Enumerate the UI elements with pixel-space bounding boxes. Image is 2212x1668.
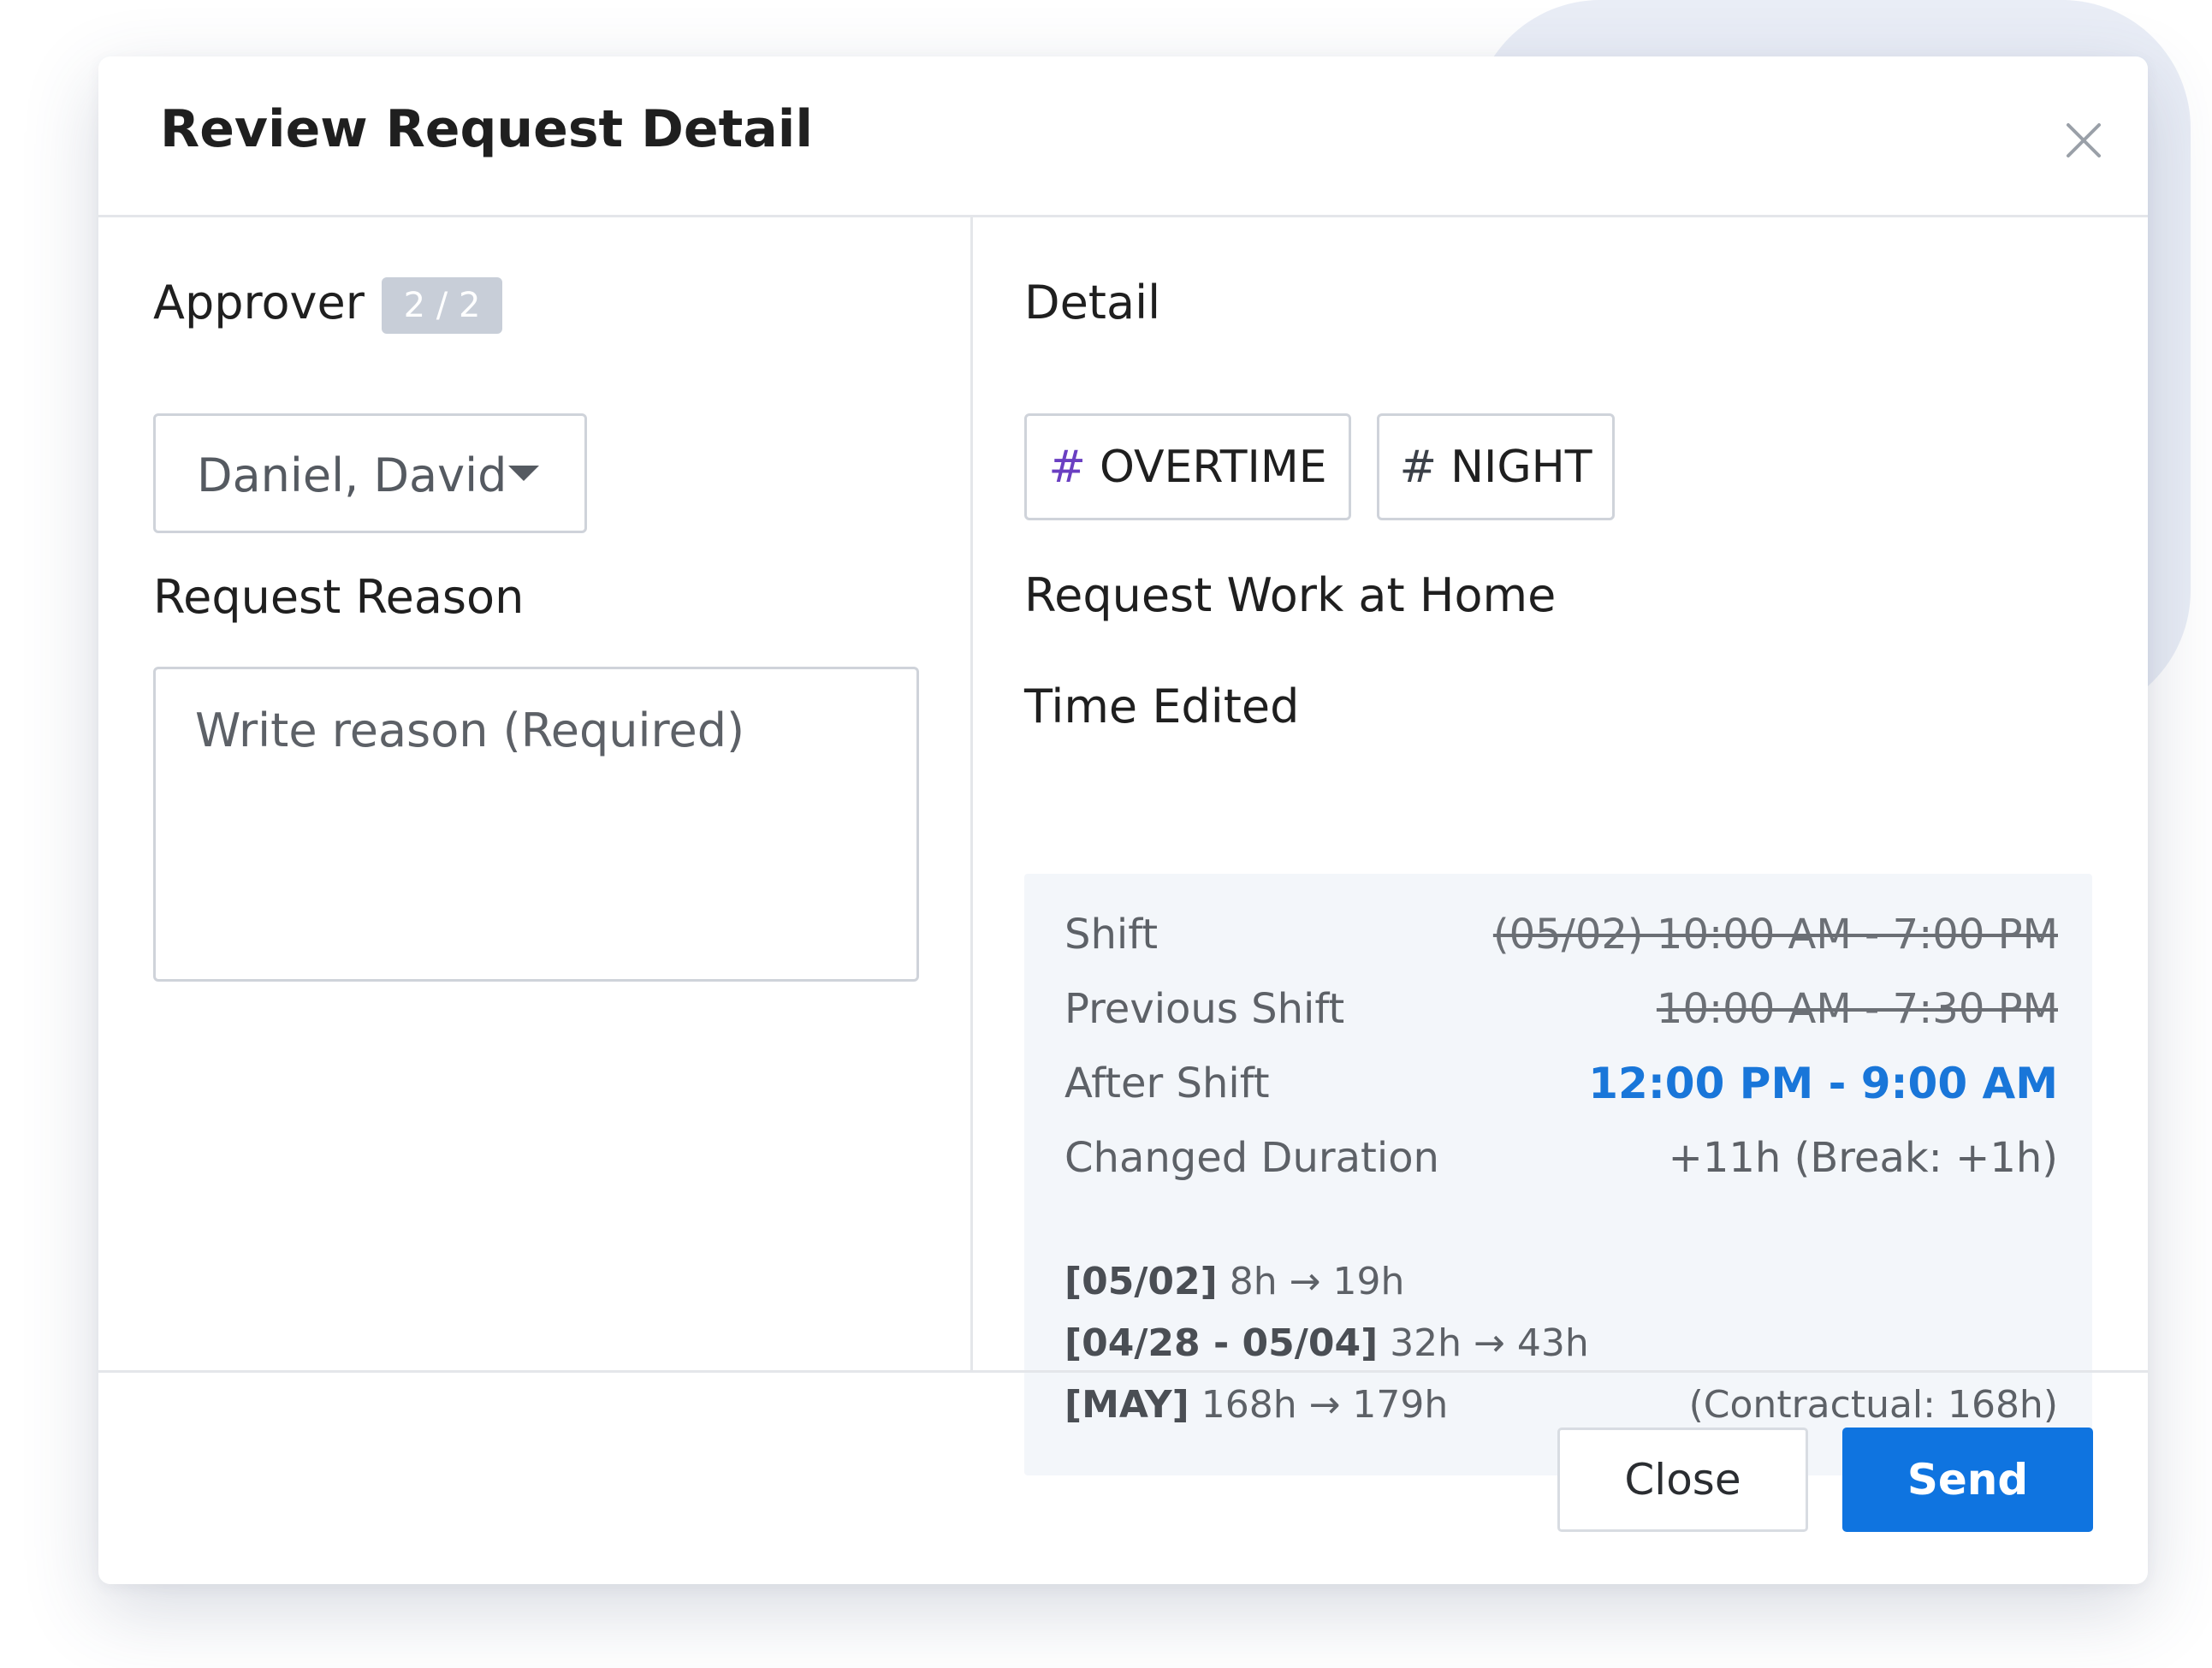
review-request-modal: Review Request Detail Approver 2 / 2 Dan…: [98, 56, 2148, 1584]
tag-label: NIGHT: [1450, 441, 1592, 493]
stat-key: [04/28 - 05/04]: [1064, 1321, 1379, 1365]
approver-select-value: Daniel, David: [197, 448, 507, 502]
row-value: (05/02) 10:00 AM - 7:00 PM: [1492, 911, 2058, 959]
row-value: +11h (Break: +1h): [1668, 1134, 2058, 1182]
caret-down-icon: [508, 466, 539, 481]
shift-row: Shift (05/02) 10:00 AM - 7:00 PM: [1064, 905, 2058, 965]
request-reason-label: Request Reason: [153, 570, 525, 624]
approver-count-badge: 2 / 2: [382, 277, 502, 334]
approver-select[interactable]: Daniel, David: [153, 413, 587, 533]
request-reason-textarea[interactable]: [153, 667, 919, 982]
tag-label: OVERTIME: [1099, 441, 1327, 493]
tag-overtime[interactable]: # OVERTIME: [1024, 413, 1351, 520]
row-value: 12:00 PM - 9:00 AM: [1588, 1059, 2058, 1108]
time-edited-label: Time Edited: [1024, 680, 1300, 733]
request-type-text: Request Work at Home: [1024, 568, 1557, 622]
changed-duration-row: Changed Duration +11h (Break: +1h): [1064, 1128, 2058, 1188]
stat-row-day: [05/02] 8h → 19h: [1064, 1254, 2058, 1309]
stat-row-week: [04/28 - 05/04] 32h → 43h: [1064, 1315, 2058, 1370]
row-value: 10:00 AM - 7:30 PM: [1656, 985, 2058, 1033]
modal-footer: Close Send: [98, 1370, 2148, 1584]
row-label: Changed Duration: [1064, 1134, 1439, 1182]
detail-label: Detail: [1024, 276, 1161, 329]
modal-header: Review Request Detail: [98, 56, 2148, 217]
hash-icon: #: [1048, 441, 1086, 493]
stat-value: 32h → 43h: [1390, 1321, 1589, 1365]
after-shift-row: After Shift 12:00 PM - 9:00 AM: [1064, 1054, 2058, 1113]
close-icon[interactable]: [2049, 106, 2118, 175]
stat-key: [05/02]: [1064, 1259, 1218, 1303]
approver-label: Approver: [153, 276, 365, 329]
hash-icon: #: [1399, 441, 1438, 493]
right-column: Detail # OVERTIME # NIGHT Request Work a…: [973, 217, 2148, 1475]
stat-value: 8h → 19h: [1229, 1259, 1405, 1303]
send-button[interactable]: Send: [1842, 1428, 2093, 1532]
row-label: Shift: [1064, 911, 1159, 959]
left-column: Approver 2 / 2 Daniel, David Request Rea…: [98, 217, 973, 1373]
tag-night[interactable]: # NIGHT: [1377, 413, 1615, 520]
row-label: Previous Shift: [1064, 985, 1345, 1033]
row-label: After Shift: [1064, 1060, 1270, 1107]
previous-shift-row: Previous Shift 10:00 AM - 7:30 PM: [1064, 979, 2058, 1039]
close-button[interactable]: Close: [1557, 1428, 1808, 1532]
modal-title: Review Request Detail: [160, 99, 813, 159]
